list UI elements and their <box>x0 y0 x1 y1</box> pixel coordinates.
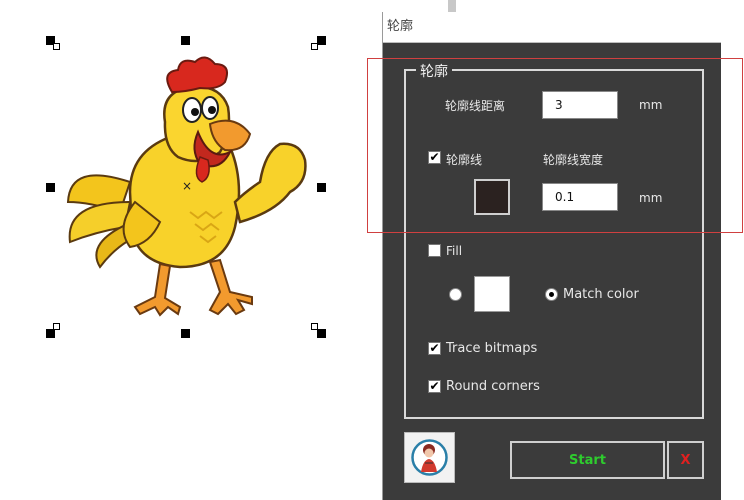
rooster-comb <box>166 56 228 94</box>
svg-text:×: × <box>182 179 192 193</box>
start-button[interactable]: Start <box>510 441 665 479</box>
outline-line-checkbox[interactable]: ✔ <box>428 151 441 164</box>
outline-distance-input[interactable] <box>542 91 618 119</box>
selection-handle-bottom-left[interactable] <box>46 323 60 338</box>
trace-bitmaps-checkbox[interactable]: ✔ <box>428 342 441 355</box>
dialog-title: 轮廓 <box>383 12 721 43</box>
rooster-image[interactable]: × <box>60 52 310 327</box>
round-corners-checkbox[interactable]: ✔ <box>428 380 441 393</box>
check-icon: ✔ <box>429 341 440 355</box>
group-title: 轮廓 <box>416 61 452 81</box>
logo-button[interactable] <box>404 432 455 483</box>
fill-color-swatch[interactable] <box>474 276 510 312</box>
check-icon: ✔ <box>429 150 440 164</box>
outline-width-label: 轮廓线宽度 <box>543 153 604 167</box>
selection-handle-top-left[interactable] <box>46 36 60 50</box>
trace-bitmaps-label: Trace bitmaps <box>446 341 538 356</box>
check-icon: ✔ <box>429 379 440 393</box>
outline-distance-unit: mm <box>639 98 663 112</box>
outline-width-input[interactable] <box>542 183 618 211</box>
outline-width-unit: mm <box>639 191 663 205</box>
round-corners-label: Round corners <box>446 379 540 394</box>
fill-label: Fill <box>446 244 463 258</box>
selection-handle-left[interactable] <box>46 183 55 192</box>
selection-handle-bottom[interactable] <box>181 329 190 338</box>
fill-checkbox[interactable] <box>428 244 441 257</box>
close-button[interactable]: X <box>667 441 704 479</box>
outline-color-swatch[interactable] <box>474 179 510 215</box>
rooster-fist <box>233 142 307 224</box>
outline-line-label: 轮廓线 <box>446 153 483 167</box>
selection-handle-bottom-right[interactable] <box>311 323 326 338</box>
drawing-canvas[interactable]: × <box>0 0 380 500</box>
match-color-label: Match color <box>563 287 639 302</box>
fill-color-radio[interactable] <box>449 288 462 301</box>
match-color-radio[interactable] <box>545 288 558 301</box>
avatar-logo-icon <box>411 439 448 476</box>
selection-handle-top[interactable] <box>181 36 190 45</box>
scrollbar-tab[interactable] <box>448 0 456 12</box>
selection-handle-right[interactable] <box>317 183 326 192</box>
outline-dialog: 轮廓 轮廓 轮廓线距离 mm ✔ 轮廓线 轮廓线宽度 mm Fill Match… <box>382 12 721 500</box>
outline-distance-label: 轮廓线距离 <box>445 99 506 113</box>
selection-handle-top-right[interactable] <box>311 36 326 50</box>
